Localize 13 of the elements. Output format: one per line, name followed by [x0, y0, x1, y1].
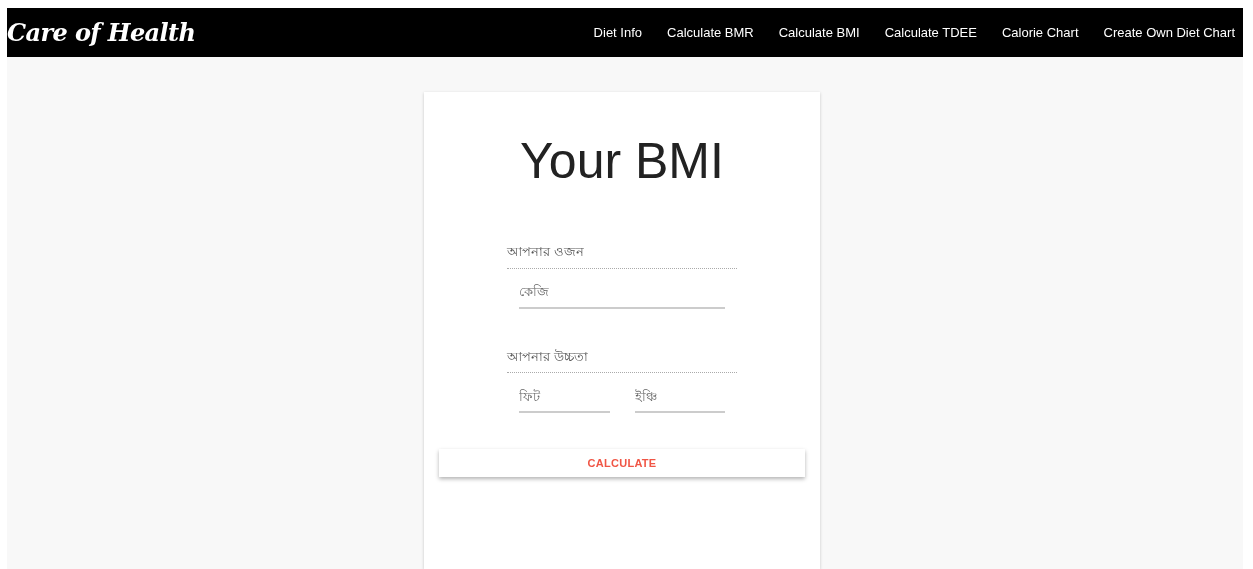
card-title: Your BMI	[520, 136, 724, 186]
nav-link[interactable]: Calculate BMR	[667, 22, 754, 43]
nav-link[interactable]: Create Own Diet Chart	[1103, 22, 1235, 43]
nav-link[interactable]: Diet Info	[593, 22, 643, 43]
input-field[interactable]: ফিট	[519, 381, 610, 413]
nav-link[interactable]: Calculate TDEE	[884, 22, 977, 43]
section-label: আপনার ওজন	[507, 242, 737, 269]
input-field[interactable]: ইঞ্চি	[634, 381, 725, 413]
input-field[interactable]: কেজি	[519, 276, 725, 309]
brand-logo[interactable]: Care of Health	[7, 14, 196, 51]
nav-link[interactable]: Calculate BMI	[778, 22, 860, 43]
nav-link[interactable]: Calorie Chart	[1001, 22, 1079, 43]
section-label: আপনার উচ্চতা	[507, 346, 737, 373]
